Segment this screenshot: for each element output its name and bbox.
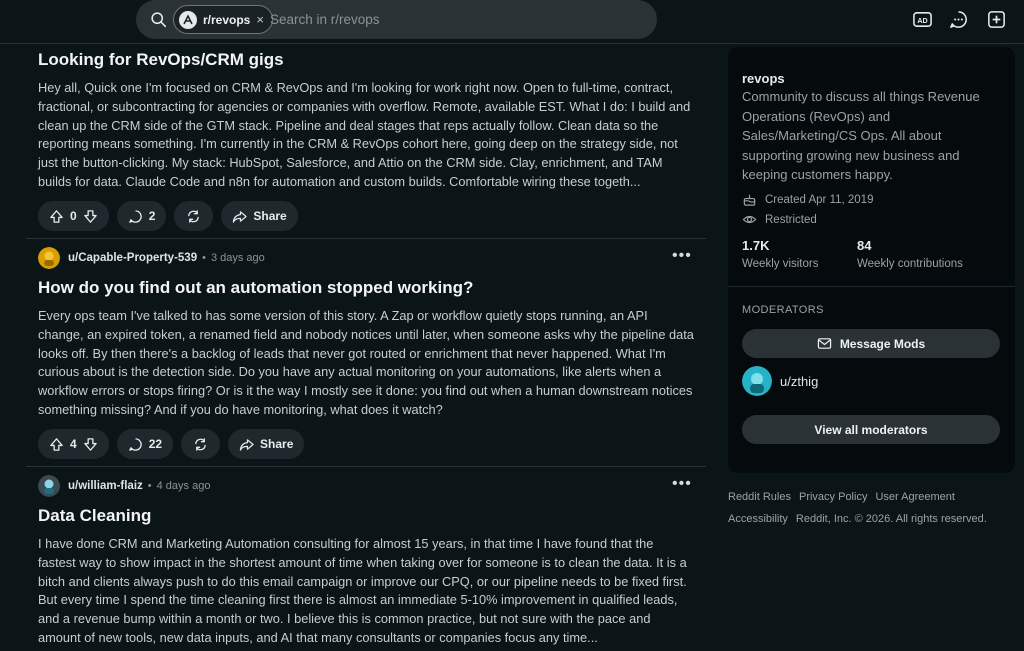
post-meta: u/william-flaiz • 4 days ago	[38, 475, 210, 497]
share-icon	[233, 210, 248, 223]
vote-count: 0	[70, 209, 77, 223]
post-title[interactable]: Data Cleaning	[38, 506, 151, 526]
upvote-icon[interactable]	[49, 437, 64, 452]
search-icon	[151, 12, 167, 28]
post-body: Hey all, Quick one I'm focused on CRM & …	[38, 80, 691, 189]
chat-icon[interactable]	[948, 9, 969, 30]
avatar[interactable]	[742, 366, 772, 396]
meta-separator: •	[147, 480, 152, 492]
post-body: Every ops team I've talked to has some v…	[38, 308, 694, 417]
cake-icon	[743, 194, 756, 206]
post-author[interactable]: u/william-flaiz	[68, 480, 143, 492]
vote-control: 0	[38, 201, 109, 231]
weekly-visitors-value: 1.7K	[742, 238, 770, 253]
community-name: revops	[742, 71, 785, 86]
weekly-visitors-label: Weekly visitors	[742, 258, 819, 270]
share-label: Share	[260, 437, 294, 451]
message-mods-label: Message Mods	[839, 336, 926, 351]
moderator-name[interactable]: u/zthig	[780, 374, 818, 389]
vote-control: 4	[38, 429, 109, 459]
comment-icon	[128, 209, 142, 223]
footer-link-accessibility[interactable]: Accessibility	[728, 513, 788, 525]
crosspost-icon	[195, 437, 206, 451]
post-actions: 0 2 Share	[38, 201, 298, 231]
avatar[interactable]	[38, 247, 60, 269]
post-divider	[26, 238, 706, 239]
search-input[interactable]: Search in r/revops	[270, 12, 380, 27]
crosspost-button[interactable]	[181, 429, 221, 459]
create-post-icon[interactable]	[986, 9, 1007, 30]
comment-count: 2	[148, 209, 156, 223]
created-label: Created Apr 11, 2019	[765, 193, 874, 206]
avatar[interactable]	[38, 475, 60, 497]
vote-count: 4	[70, 437, 77, 451]
footer-links-secondary: Accessibility Reddit, Inc. © 2026. All r…	[728, 513, 987, 525]
post-feed: Looking for RevOps/CRM gigs Hey all, Qui…	[0, 44, 706, 651]
post-title[interactable]: Looking for RevOps/CRM gigs	[38, 50, 284, 70]
comments-button[interactable]: 22	[116, 429, 174, 459]
community-description: Community to discuss all things Revenue …	[742, 89, 980, 183]
share-label: Share	[253, 209, 287, 223]
crosspost-button[interactable]	[174, 201, 214, 231]
moderators-heading: MODERATORS	[742, 304, 824, 316]
post-author[interactable]: u/Capable-Property-539	[68, 252, 197, 264]
view-all-moderators-button[interactable]: View all moderators	[742, 415, 1000, 444]
subreddit-avatar-icon	[179, 10, 197, 29]
share-button[interactable]: Share	[221, 201, 298, 231]
post-divider	[26, 466, 706, 467]
downvote-icon[interactable]	[83, 437, 98, 452]
mail-icon	[817, 338, 832, 349]
share-icon	[239, 438, 254, 451]
more-options-icon[interactable]: •••	[672, 475, 692, 493]
post-actions: 4 22 Share	[38, 429, 305, 459]
comments-button[interactable]: 2	[116, 201, 167, 231]
message-mods-button[interactable]: Message Mods	[742, 329, 1000, 358]
view-all-label: View all moderators	[814, 422, 928, 437]
upvote-icon[interactable]	[49, 209, 64, 224]
share-button[interactable]: Share	[228, 429, 305, 459]
eye-icon	[742, 215, 757, 224]
chip-label: r/revops	[203, 12, 251, 27]
footer-copyright: Reddit, Inc. © 2026. All rights reserved…	[795, 513, 987, 525]
footer-link-rules[interactable]: Reddit Rules	[728, 491, 791, 503]
footer-link-privacy[interactable]: Privacy Policy	[799, 491, 867, 503]
post-title[interactable]: How do you find out an automation stoppe…	[38, 278, 473, 298]
post-time: 3 days ago	[210, 252, 265, 264]
downvote-icon[interactable]	[83, 209, 98, 224]
footer-link-agreement[interactable]: User Agreement	[875, 491, 954, 503]
restricted-label: Restricted	[765, 213, 817, 226]
community-sidebar: revops Community to discuss all things R…	[728, 47, 1015, 473]
created-date: Created Apr 11, 2019	[742, 192, 873, 207]
crosspost-icon	[188, 209, 200, 223]
post-time: 4 days ago	[156, 480, 211, 492]
weekly-contributions-value: 84	[857, 238, 872, 253]
subreddit-search-chip[interactable]: r/revops ×	[173, 5, 273, 34]
moderator-entry[interactable]: u/zthig	[742, 366, 818, 396]
comment-icon	[128, 437, 142, 451]
footer-links: Reddit Rules Privacy Policy User Agreeme…	[728, 491, 955, 503]
sidebar-divider	[728, 286, 1015, 287]
meta-separator: •	[202, 252, 206, 264]
close-icon[interactable]: ×	[256, 12, 264, 27]
visibility-status: Restricted	[742, 212, 817, 227]
post-body: I have done CRM and Marketing Automation…	[38, 536, 687, 645]
svg-text:AD: AD	[917, 17, 927, 25]
comment-count: 22	[148, 437, 163, 451]
more-options-icon[interactable]: •••	[672, 247, 692, 265]
top-bar: r/revops × Search in r/revops AD	[0, 0, 1024, 44]
ad-icon[interactable]: AD	[912, 9, 933, 30]
post-meta: u/Capable-Property-539 • 3 days ago	[38, 247, 265, 269]
weekly-contributions-label: Weekly contributions	[857, 258, 963, 270]
